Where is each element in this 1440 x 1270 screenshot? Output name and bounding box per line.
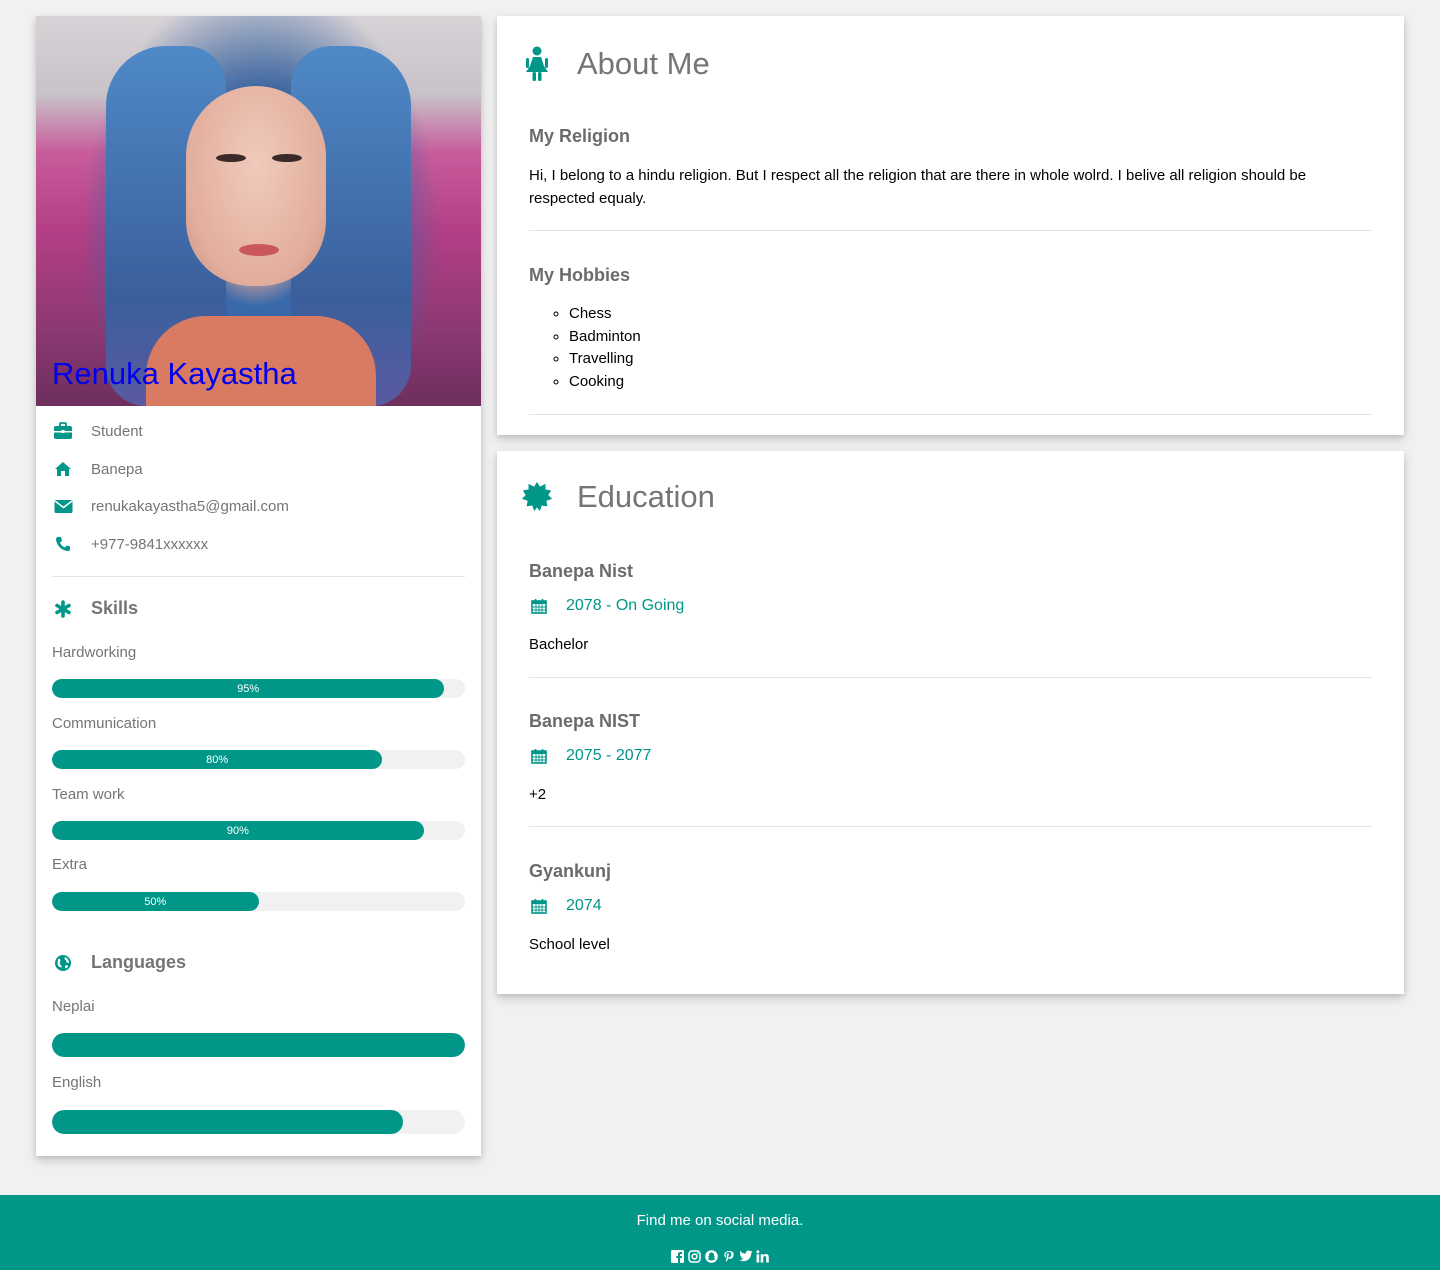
- profile-card: Renuka Kayastha Student Banepa renukakay…: [36, 16, 481, 1156]
- language-bar: [52, 1033, 465, 1057]
- footer-text: Find me on social media.: [636, 1212, 804, 1229]
- school-dates-text: 2078 - On Going: [566, 597, 685, 614]
- school-dates: 2078 - On Going: [529, 597, 684, 615]
- divider: [529, 230, 1372, 231]
- skills-title: Skills: [91, 598, 139, 618]
- education-card: Education Banepa Nist 2078 - On Going Ba…: [497, 451, 1404, 994]
- female-icon: [521, 46, 553, 82]
- language-label: English: [52, 1074, 102, 1091]
- phone-icon: [52, 533, 74, 555]
- profile-photo: Renuka Kayastha: [36, 16, 481, 406]
- pinterest-icon[interactable]: [722, 1249, 736, 1263]
- school-dates: 2074: [529, 897, 602, 915]
- skill-bar-fill: 95%: [52, 679, 445, 698]
- photo-face: [186, 86, 326, 286]
- envelope-icon: [52, 495, 74, 517]
- school-level: School level: [529, 936, 610, 953]
- education-heading: Education: [521, 479, 715, 515]
- divider: [52, 576, 465, 577]
- footer: Find me on social media.: [0, 1195, 1440, 1270]
- photo-eye-right: [272, 154, 302, 162]
- certificate-icon: [521, 480, 553, 514]
- divider: [529, 826, 1372, 827]
- facebook-icon[interactable]: [671, 1249, 685, 1263]
- calendar-icon: [529, 748, 549, 764]
- about-heading: About Me: [521, 46, 710, 82]
- hobby-item: Cooking: [569, 371, 641, 394]
- skill-bar-fill: 80%: [52, 750, 383, 769]
- school-name: Gyankunj: [529, 861, 612, 881]
- hobby-item: Travelling: [569, 348, 641, 371]
- twitter-icon[interactable]: [738, 1249, 753, 1263]
- school-level: +2: [529, 786, 547, 803]
- divider: [529, 677, 1372, 678]
- hobby-item: Chess: [569, 303, 641, 326]
- about-title: About Me: [577, 46, 710, 81]
- languages-title: Languages: [91, 952, 187, 972]
- profile-name: Renuka Kayastha: [52, 356, 297, 391]
- school-dates-text: 2075 - 2077: [566, 747, 652, 764]
- skill-bar: 50%: [52, 892, 465, 911]
- divider: [529, 414, 1372, 415]
- skill-label: Hardworking: [52, 644, 137, 661]
- skill-label: Extra: [52, 856, 88, 873]
- info-location: Banepa: [52, 457, 143, 481]
- linkedin-icon[interactable]: [756, 1249, 770, 1263]
- school-dates: 2075 - 2077: [529, 747, 651, 765]
- language-bar-fill: [52, 1110, 404, 1134]
- calendar-icon: [529, 898, 549, 914]
- school-name: Banepa Nist: [529, 561, 634, 581]
- info-email: renukakayastha5@gmail.com: [52, 494, 289, 518]
- religion-text: Hi, I belong to a hindu religion. But I …: [529, 167, 1307, 207]
- hobbies-title: My Hobbies: [529, 265, 631, 285]
- hobby-item: Badminton: [569, 326, 641, 349]
- snapchat-icon[interactable]: [705, 1249, 719, 1263]
- language-label: Neplai: [52, 998, 95, 1015]
- languages-heading: Languages: [52, 952, 186, 973]
- globe-icon: [52, 954, 74, 972]
- skill-label: Communication: [52, 715, 157, 732]
- briefcase-icon: [52, 420, 74, 442]
- school-dates-text: 2074: [566, 897, 602, 914]
- social-links: [0, 1249, 1440, 1263]
- home-icon: [52, 458, 74, 480]
- skill-bar: 95%: [52, 679, 465, 698]
- skill-bar-fill: 90%: [52, 821, 424, 840]
- language-bar-fill: [52, 1033, 465, 1057]
- hobbies-list: Chess Badminton Travelling Cooking: [569, 303, 641, 393]
- instagram-icon[interactable]: [688, 1249, 702, 1263]
- info-job-text: Student: [91, 422, 143, 440]
- religion-title: My Religion: [529, 126, 631, 146]
- school-name: Banepa NIST: [529, 711, 641, 731]
- info-location-text: Banepa: [91, 460, 143, 478]
- info-phone: +977-9841xxxxxx: [52, 532, 208, 556]
- info-job: Student: [52, 419, 143, 443]
- language-bar: [52, 1110, 465, 1134]
- info-phone-text: +977-9841xxxxxx: [91, 535, 209, 553]
- asterisk-icon: [52, 599, 74, 618]
- photo-lips: [239, 244, 279, 256]
- education-title: Education: [577, 479, 715, 514]
- info-email-text: renukakayastha5@gmail.com: [91, 497, 289, 515]
- about-card: About Me My Religion Hi, I belong to a h…: [497, 16, 1404, 435]
- skill-label: Team work: [52, 786, 125, 803]
- skill-bar: 80%: [52, 750, 465, 769]
- calendar-icon: [529, 598, 549, 614]
- skills-heading: Skills: [52, 598, 138, 619]
- photo-eye-left: [216, 154, 246, 162]
- skill-bar-fill: 50%: [52, 892, 259, 911]
- school-level: Bachelor: [529, 636, 589, 653]
- skill-bar: 90%: [52, 821, 465, 840]
